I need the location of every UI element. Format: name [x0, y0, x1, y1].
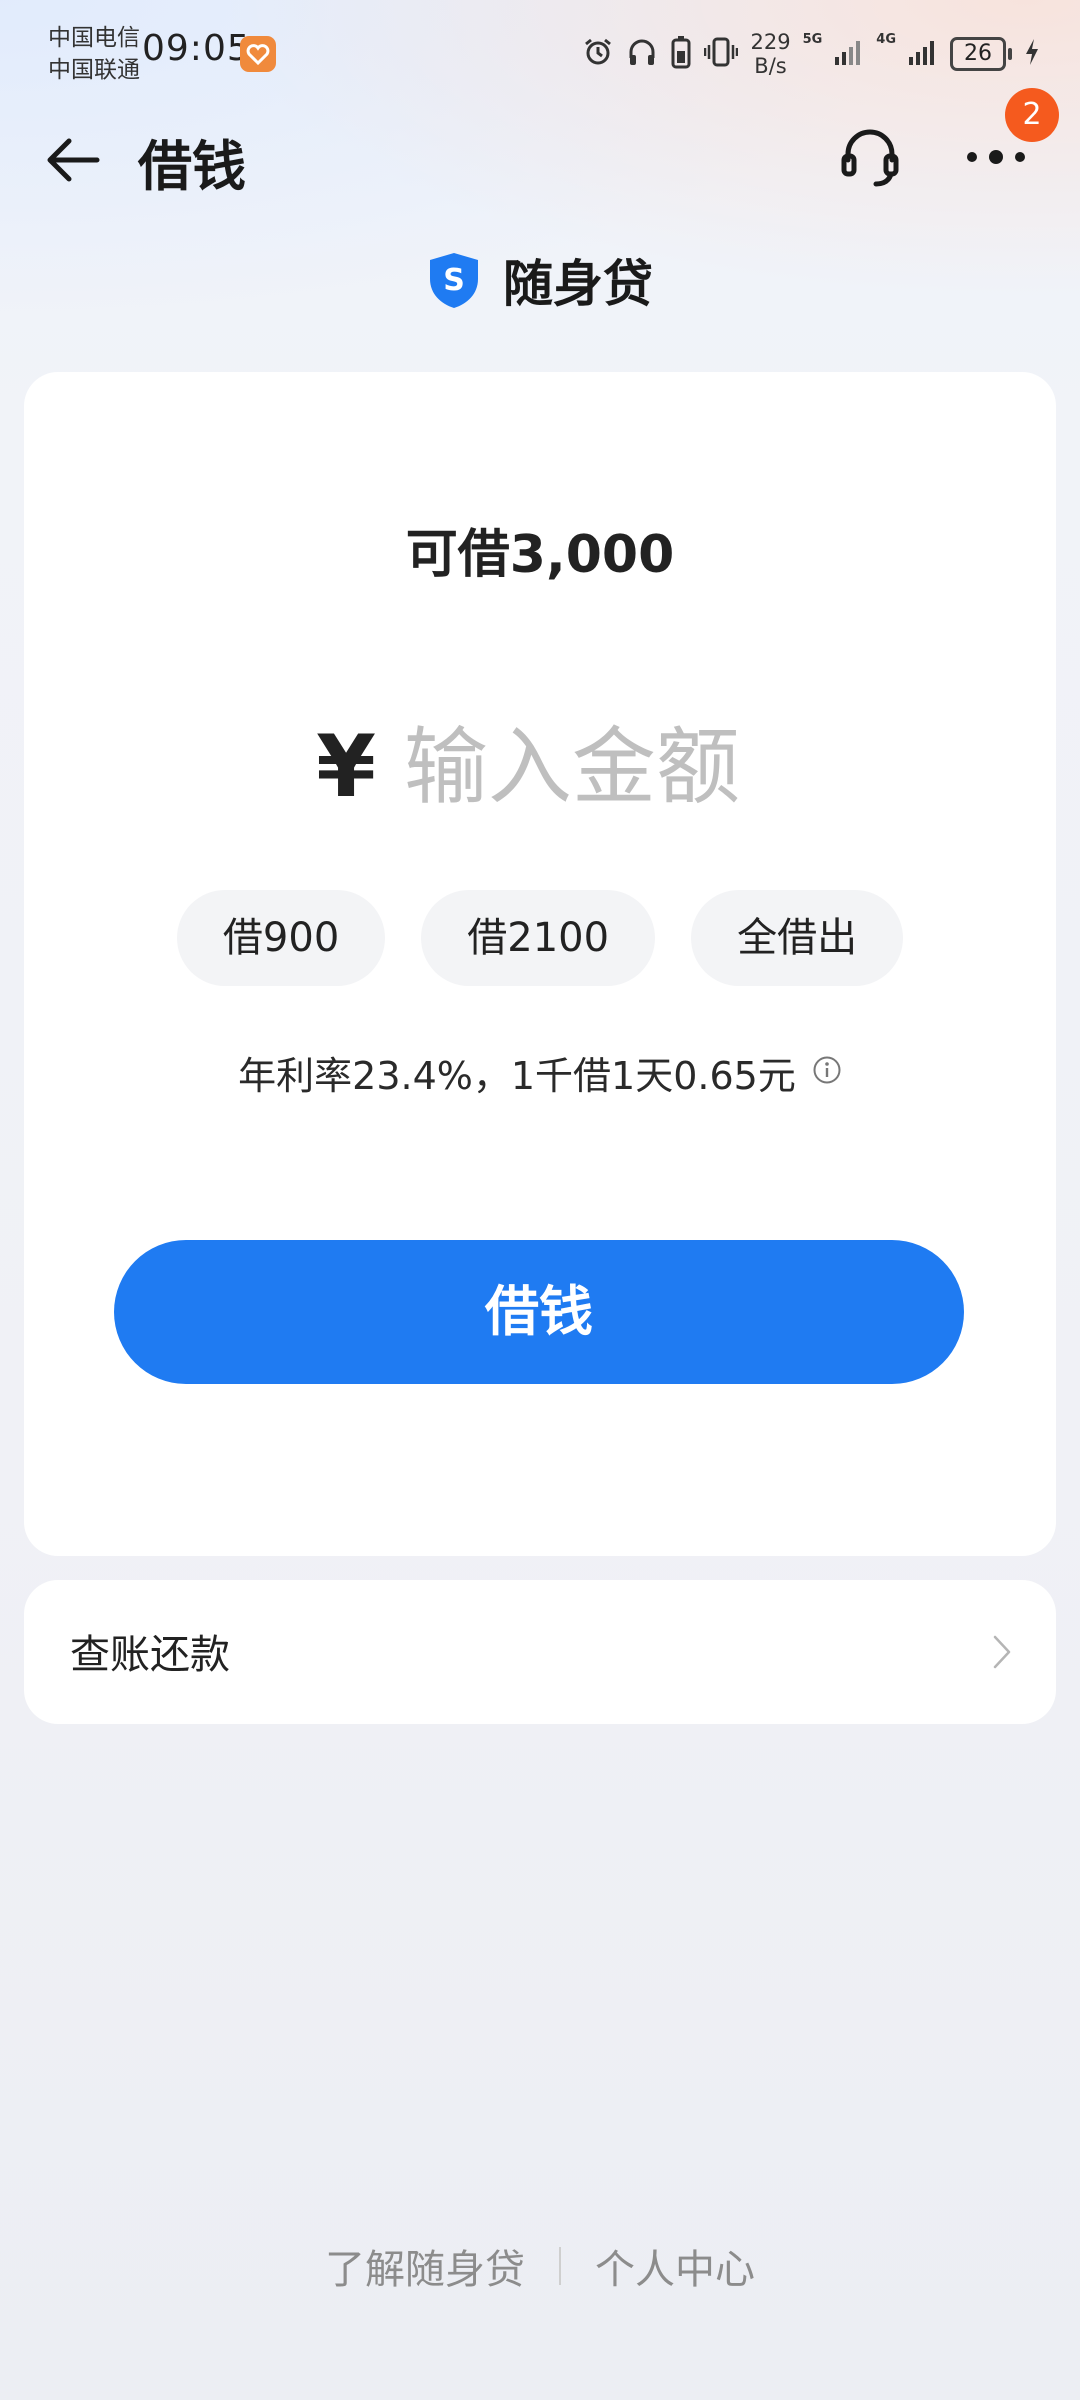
info-icon[interactable] — [812, 1050, 842, 1094]
network-speed-unit: B/s — [754, 54, 787, 78]
shield-logo-icon: S — [430, 253, 478, 308]
battery-level: 26 — [950, 37, 1012, 71]
headset-icon — [841, 129, 899, 187]
back-arrow-icon — [47, 138, 100, 182]
currency-symbol: ¥ — [316, 717, 376, 817]
rate-text: 年利率23.4%，1千借1天0.65元 — [238, 1053, 796, 1098]
signal-1-tag: 5G — [802, 32, 823, 47]
notification-badge: 2 — [1005, 88, 1059, 142]
status-bar: 中国电信 中国联通 09:05 229 B/s 5G 4G 26 — [0, 0, 1080, 110]
network-speed-value: 229 — [750, 30, 791, 54]
more-dots-icon — [967, 150, 1025, 164]
charging-icon — [1024, 38, 1040, 70]
page-title: 借钱 — [138, 135, 246, 198]
signal-2-icon — [908, 37, 938, 71]
amount-input[interactable] — [403, 718, 764, 816]
status-icons: 229 B/s 5G 4G 26 — [582, 24, 1040, 84]
logo-letter: S — [443, 263, 465, 298]
footer-links: 了解随身贷 个人中心 — [0, 2236, 1080, 2296]
network-speed: 229 B/s — [750, 30, 790, 78]
product-header: S 随身贷 — [0, 240, 1080, 320]
loan-card: 可借3,000 ¥ 借900 借2100 全借出 年利率23.4%，1千借1天0… — [24, 372, 1056, 1556]
product-name: 随身贷 — [503, 255, 653, 313]
quick-amount-options: 借900 借2100 全借出 — [24, 890, 1056, 986]
available-credit: 可借3,000 — [24, 512, 1056, 587]
customer-service-button[interactable] — [832, 116, 908, 198]
bill-repayment-label: 查账还款 — [70, 1632, 230, 1678]
learn-more-link[interactable]: 了解随身贷 — [325, 2237, 525, 2295]
amount-input-row: ¥ — [24, 712, 1056, 822]
clock: 09:05 — [142, 28, 251, 69]
carrier-2: 中国联通 — [48, 57, 140, 83]
app-header: 借钱 — [0, 110, 1080, 210]
battery-saver-icon — [670, 35, 692, 73]
interest-rate-info: 年利率23.4%，1千借1天0.65元 — [24, 1042, 1056, 1102]
quick-amount-all[interactable]: 全借出 — [691, 890, 904, 986]
profile-link[interactable]: 个人中心 — [595, 2237, 755, 2295]
signal-2-tag: 4G — [876, 32, 896, 47]
available-label: 可借 — [405, 525, 510, 585]
footer-divider — [559, 2247, 561, 2285]
back-button[interactable] — [38, 128, 108, 192]
carrier-1: 中国电信 — [48, 25, 140, 51]
borrow-button[interactable]: 借钱 — [114, 1240, 964, 1384]
vibrate-icon — [704, 35, 739, 73]
signal-1-icon — [834, 37, 864, 71]
app-notification-icon — [240, 36, 276, 72]
chevron-right-icon — [982, 1630, 1022, 1674]
bill-repayment-row[interactable]: 查账还款 — [24, 1580, 1056, 1724]
carrier-info: 中国电信 中国联通 — [48, 22, 140, 86]
headphones-icon — [626, 36, 658, 72]
quick-amount-900[interactable]: 借900 — [176, 890, 386, 986]
quick-amount-2100[interactable]: 借2100 — [421, 890, 656, 986]
alarm-icon — [582, 36, 614, 72]
available-amount: 3,000 — [509, 525, 675, 585]
